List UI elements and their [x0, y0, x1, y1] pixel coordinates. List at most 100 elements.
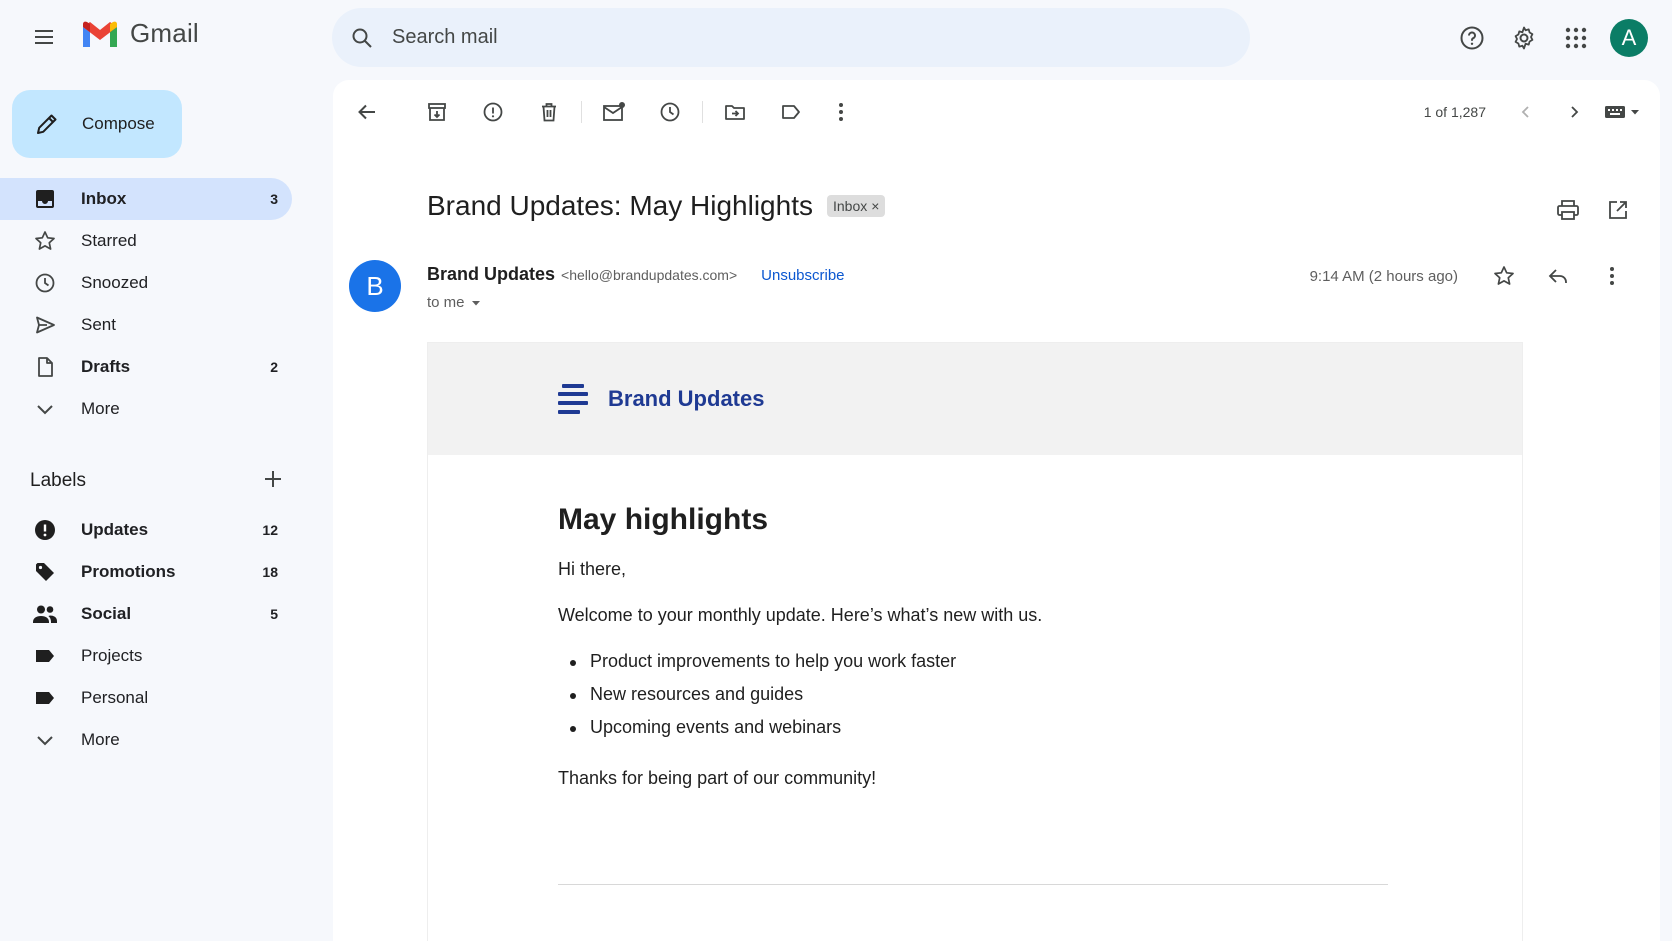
labels-header: Labels: [30, 466, 292, 496]
mailbox-nav: Inbox 3 Starred Snoozed Sent Drafts 2 Mo…: [0, 178, 292, 430]
chevron-down-icon: [33, 728, 57, 752]
label-item-more[interactable]: More: [0, 719, 292, 761]
nav-item-more[interactable]: More: [0, 388, 292, 430]
newsletter-brand-name: Brand Updates: [608, 386, 765, 411]
newsletter-content: May highlights Hi there, Welcome to your…: [428, 455, 1522, 790]
sender-avatar[interactable]: B: [349, 260, 401, 312]
open-new-window-icon[interactable]: [1598, 190, 1638, 230]
search-icon[interactable]: [332, 26, 392, 50]
brand-logo-icon: [558, 384, 588, 414]
input-tools-keyboard-icon[interactable]: [1604, 104, 1640, 120]
newsletter-header: Brand Updates: [428, 343, 1522, 455]
more-vert-icon[interactable]: [821, 92, 861, 132]
label-item-updates[interactable]: Updates 12: [0, 509, 292, 551]
newsletter-heading: May highlights: [558, 503, 768, 536]
gmail-m-icon: [83, 21, 117, 47]
message-meta: 9:14 AM (2 hours ago): [1310, 256, 1632, 296]
print-icon[interactable]: [1548, 190, 1588, 230]
label-item-promotions[interactable]: Promotions 18: [0, 551, 292, 593]
greeting-text: Hi there,: [558, 559, 627, 579]
newer-chevron-left-icon[interactable]: [1506, 92, 1546, 132]
report-spam-icon[interactable]: [473, 92, 513, 132]
top-actions: A: [1444, 14, 1672, 62]
message-timestamp: 9:14 AM (2 hours ago): [1309, 267, 1458, 285]
sender-name[interactable]: Brand Updates: [427, 264, 555, 285]
unsubscribe-link[interactable]: Unsubscribe: [761, 267, 844, 284]
settings-gear-icon[interactable]: [1500, 14, 1548, 62]
list-item: New resources and guides: [570, 684, 1522, 717]
search-bar[interactable]: [332, 8, 1250, 67]
draft-icon: [33, 355, 57, 379]
send-icon: [33, 313, 57, 337]
older-chevron-right-icon[interactable]: [1554, 92, 1594, 132]
move-to-folder-icon[interactable]: [715, 92, 755, 132]
inbox-label-chip[interactable]: Inbox ×: [826, 195, 886, 217]
clock-icon: [33, 271, 57, 295]
compose-button[interactable]: Compose: [12, 90, 182, 158]
nav-item-sent[interactable]: Sent: [0, 304, 292, 346]
main-menu-icon[interactable]: [24, 17, 64, 57]
toolbar-divider: [581, 101, 582, 123]
label-item-social[interactable]: Social 5: [0, 593, 292, 635]
remove-label-icon[interactable]: ×: [871, 198, 879, 214]
sender-email: <hello@brandupdates.com>: [561, 267, 738, 283]
label-tag-icon[interactable]: [771, 92, 811, 132]
sender-line: Brand Updates <hello@brandupdates.com> U…: [427, 264, 845, 285]
message-more-vert-icon[interactable]: [1592, 256, 1632, 296]
label-item-personal[interactable]: Personal: [0, 677, 292, 719]
mark-unread-icon[interactable]: [594, 92, 634, 132]
labels-title: Labels: [30, 470, 86, 491]
label-item-projects[interactable]: Projects: [0, 635, 292, 677]
search-input[interactable]: [392, 26, 1192, 49]
email-subject: Brand Updates: May Highlights: [427, 190, 813, 221]
star-message-icon[interactable]: [1484, 256, 1524, 296]
promotions-count: 18: [262, 564, 278, 580]
pager-count: 1 of 1,287: [1423, 104, 1486, 120]
reply-icon[interactable]: [1538, 256, 1578, 296]
add-label-icon[interactable]: [262, 468, 284, 495]
subject-actions: [1548, 190, 1638, 230]
account-avatar[interactable]: A: [1610, 19, 1648, 57]
intro-text: Welcome to your monthly update. Here’s w…: [558, 604, 1043, 625]
labels-list: Updates 12 Promotions 18 Social 5 Projec…: [0, 509, 292, 761]
star-icon: [33, 229, 57, 253]
help-icon[interactable]: [1448, 14, 1496, 62]
social-count: 5: [270, 606, 278, 622]
message-view: 1 of 1,287 Brand Updates: May Highlights…: [333, 80, 1660, 941]
inbox-icon: [33, 187, 57, 211]
nav-item-inbox[interactable]: Inbox 3: [0, 178, 292, 220]
nav-item-starred[interactable]: Starred: [0, 220, 292, 262]
closing-text: Thanks for being part of our community!: [558, 768, 877, 789]
pencil-icon: [12, 111, 82, 137]
subject-row: Brand Updates: May Highlights Inbox ×: [427, 186, 1627, 226]
info-icon: [33, 518, 57, 542]
archive-icon[interactable]: [417, 92, 457, 132]
recipient-text: to me: [427, 294, 465, 311]
toolbar-divider: [702, 101, 703, 123]
label-icon: [33, 644, 57, 668]
compose-label: Compose: [82, 114, 155, 133]
nav-item-drafts[interactable]: Drafts 2: [0, 346, 292, 388]
inbox-count: 3: [270, 191, 278, 207]
list-item: Product improvements to help you work fa…: [570, 651, 1522, 684]
tag-icon: [33, 560, 57, 584]
email-body: Brand Updates May highlights Hi there, W…: [427, 342, 1523, 941]
highlights-list: Product improvements to help you work fa…: [570, 651, 1522, 750]
app-name: Gmail: [130, 18, 199, 48]
recipient-details-toggle[interactable]: to me: [427, 294, 481, 311]
top-bar: Gmail A: [0, 0, 1672, 76]
content-divider: [558, 884, 1388, 885]
people-icon: [33, 602, 57, 626]
back-arrow-icon[interactable]: [347, 92, 387, 132]
message-toolbar: 1 of 1,287: [333, 80, 1660, 144]
caret-down-icon: [471, 300, 480, 305]
nav-item-snoozed[interactable]: Snoozed: [0, 262, 292, 304]
snooze-clock-icon[interactable]: [650, 92, 690, 132]
chip-label: Inbox: [832, 198, 868, 214]
label-icon: [33, 686, 57, 710]
delete-trash-icon[interactable]: [529, 92, 569, 132]
apps-grid-icon[interactable]: [1552, 14, 1600, 62]
updates-count: 12: [262, 522, 278, 538]
gmail-logo[interactable]: Gmail: [80, 18, 199, 49]
drafts-count: 2: [270, 359, 278, 375]
